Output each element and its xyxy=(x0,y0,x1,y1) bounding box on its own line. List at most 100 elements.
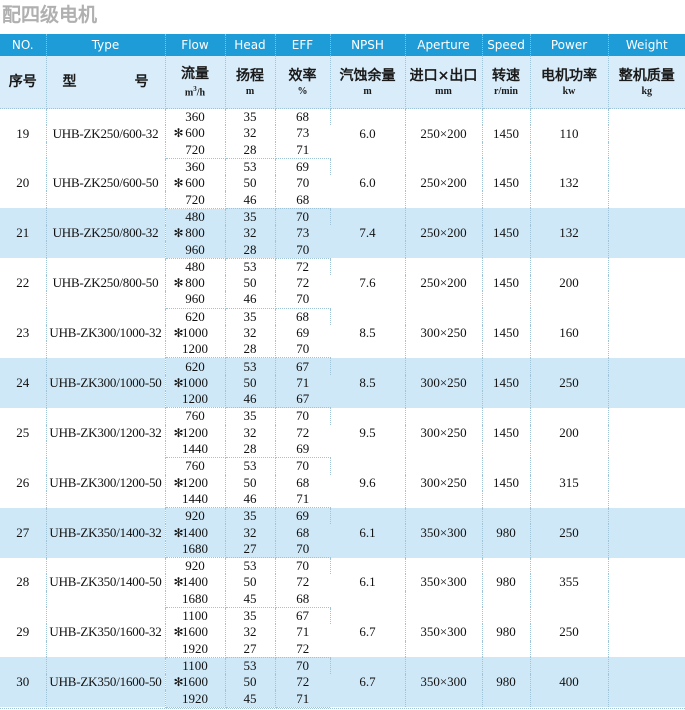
cell-eff: 72 xyxy=(275,674,330,690)
cell-flow-value: 1440 xyxy=(182,441,208,456)
cell-flow-value: 620 xyxy=(185,309,205,324)
cell-flow: 1200 xyxy=(165,391,225,408)
cell-no: 25 xyxy=(0,408,46,458)
cell-flow: ✻1200 xyxy=(165,475,225,491)
cell-head: 46 xyxy=(225,191,275,208)
cell-npsh: 9.5 xyxy=(330,408,405,458)
cell-flow-value: 800 xyxy=(185,275,205,290)
table-row: 29UHB-ZK350/1600-32110035676.7350×300980… xyxy=(0,607,685,624)
cell-head: 53 xyxy=(225,657,275,674)
cell-type: UHB-ZK350/1400-50 xyxy=(46,558,165,608)
cell-no: 27 xyxy=(0,508,46,558)
header-en-type: Type xyxy=(46,34,165,56)
cell-no: 20 xyxy=(0,158,46,208)
cell-eff: 68 xyxy=(275,524,330,540)
cell-weight xyxy=(608,258,685,308)
cell-flow-value: 1680 xyxy=(182,541,208,556)
cell-no: 26 xyxy=(0,458,46,508)
cell-flow: 620 xyxy=(165,358,225,375)
cell-head: 50 xyxy=(225,475,275,491)
cell-power: 160 xyxy=(530,308,608,358)
cell-speed: 1450 xyxy=(482,109,530,159)
cell-flow-value: 720 xyxy=(185,192,205,207)
cell-aperture: 300×250 xyxy=(405,408,482,458)
rated-point-star-icon: ✻ xyxy=(174,127,184,139)
cell-no: 30 xyxy=(0,657,46,707)
header-en-flow: Flow xyxy=(165,34,225,56)
cell-flow-value: 960 xyxy=(185,291,205,306)
cell-head: 35 xyxy=(225,408,275,425)
cell-flow: 760 xyxy=(165,458,225,475)
cell-eff: 70 xyxy=(275,541,330,558)
rated-point-star-icon: ✻ xyxy=(174,476,184,488)
pump-specification-table: NO. Type Flow Head EFF NPSH Aperture Spe… xyxy=(0,34,685,708)
header-cn-no: 序号 xyxy=(0,56,46,109)
table-row: 28UHB-ZK350/1400-5092053706.1350×3009803… xyxy=(0,558,685,575)
header-en-head: Head xyxy=(225,34,275,56)
cell-no: 21 xyxy=(0,208,46,258)
header-cn-type: 型 号 xyxy=(46,56,165,109)
header-cn-speed-label: 转速 xyxy=(483,67,530,85)
header-cn-flow-label: 流量 xyxy=(166,65,225,83)
cell-weight xyxy=(608,458,685,508)
cell-flow: ✻1400 xyxy=(165,574,225,590)
cell-power: 132 xyxy=(530,208,608,258)
cell-flow-value: 1600 xyxy=(182,674,208,689)
cell-eff: 67 xyxy=(275,607,330,624)
cell-power: 200 xyxy=(530,258,608,308)
table-row: 27UHB-ZK350/1400-3292035696.1350×3009802… xyxy=(0,508,685,525)
cell-eff: 70 xyxy=(275,208,330,225)
cell-aperture: 250×200 xyxy=(405,258,482,308)
cell-type: UHB-ZK350/1400-32 xyxy=(46,508,165,558)
cell-flow: ✻800 xyxy=(165,225,225,241)
cell-no: 29 xyxy=(0,607,46,657)
cell-flow: 480 xyxy=(165,208,225,225)
header-en-npsh: NPSH xyxy=(330,34,405,56)
cell-flow-value: 720 xyxy=(185,142,205,157)
cell-power: 250 xyxy=(530,607,608,657)
cell-eff: 71 xyxy=(275,624,330,640)
table-row: 22UHB-ZK250/800-5048053727.6250×20014502… xyxy=(0,258,685,275)
cell-weight xyxy=(608,508,685,558)
cell-npsh: 6.0 xyxy=(330,109,405,159)
header-en-aperture: Aperture xyxy=(405,34,482,56)
cell-power: 250 xyxy=(530,358,608,408)
header-row-chinese: 序号 型 号 流量 m3/h 扬程 m 效率 % 汽蚀余量 xyxy=(0,56,685,109)
cell-eff: 68 xyxy=(275,591,330,608)
cell-type: UHB-ZK250/800-50 xyxy=(46,258,165,308)
cell-head: 50 xyxy=(225,375,275,391)
cell-eff: 73 xyxy=(275,125,330,141)
cell-head: 53 xyxy=(225,258,275,275)
cell-aperture: 300×250 xyxy=(405,308,482,358)
header-row-english: NO. Type Flow Head EFF NPSH Aperture Spe… xyxy=(0,34,685,56)
header-en-power: Power xyxy=(530,34,608,56)
header-cn-weight-unit: kg xyxy=(609,85,685,98)
cell-flow: 620 xyxy=(165,308,225,325)
cell-eff: 70 xyxy=(275,341,330,358)
cell-head: 28 xyxy=(225,341,275,358)
cell-flow: 1920 xyxy=(165,690,225,707)
header-cn-aperture: 进口×出口 mm xyxy=(405,56,482,109)
header-en-no: NO. xyxy=(0,34,46,56)
cell-flow: 1440 xyxy=(165,441,225,458)
rated-point-star-icon: ✻ xyxy=(174,227,184,239)
cell-head: 53 xyxy=(225,558,275,575)
header-cn-aperture-unit: mm xyxy=(406,85,482,98)
table-body: 19UHB-ZK250/600-3236035686.0250×20014501… xyxy=(0,109,685,708)
cell-aperture: 350×300 xyxy=(405,607,482,657)
cell-eff: 69 xyxy=(275,325,330,341)
cell-head: 27 xyxy=(225,641,275,658)
cell-head: 32 xyxy=(225,425,275,441)
cell-head: 35 xyxy=(225,308,275,325)
header-cn-npsh-unit: m xyxy=(331,85,405,98)
cell-eff: 71 xyxy=(275,142,330,159)
cell-eff: 72 xyxy=(275,641,330,658)
cell-speed: 1450 xyxy=(482,408,530,458)
rated-point-star-icon: ✻ xyxy=(174,427,184,439)
cell-eff: 67 xyxy=(275,358,330,375)
cell-eff: 70 xyxy=(275,175,330,191)
cell-speed: 980 xyxy=(482,558,530,608)
cell-flow: 960 xyxy=(165,241,225,258)
cell-eff: 71 xyxy=(275,690,330,707)
cell-eff: 70 xyxy=(275,241,330,258)
